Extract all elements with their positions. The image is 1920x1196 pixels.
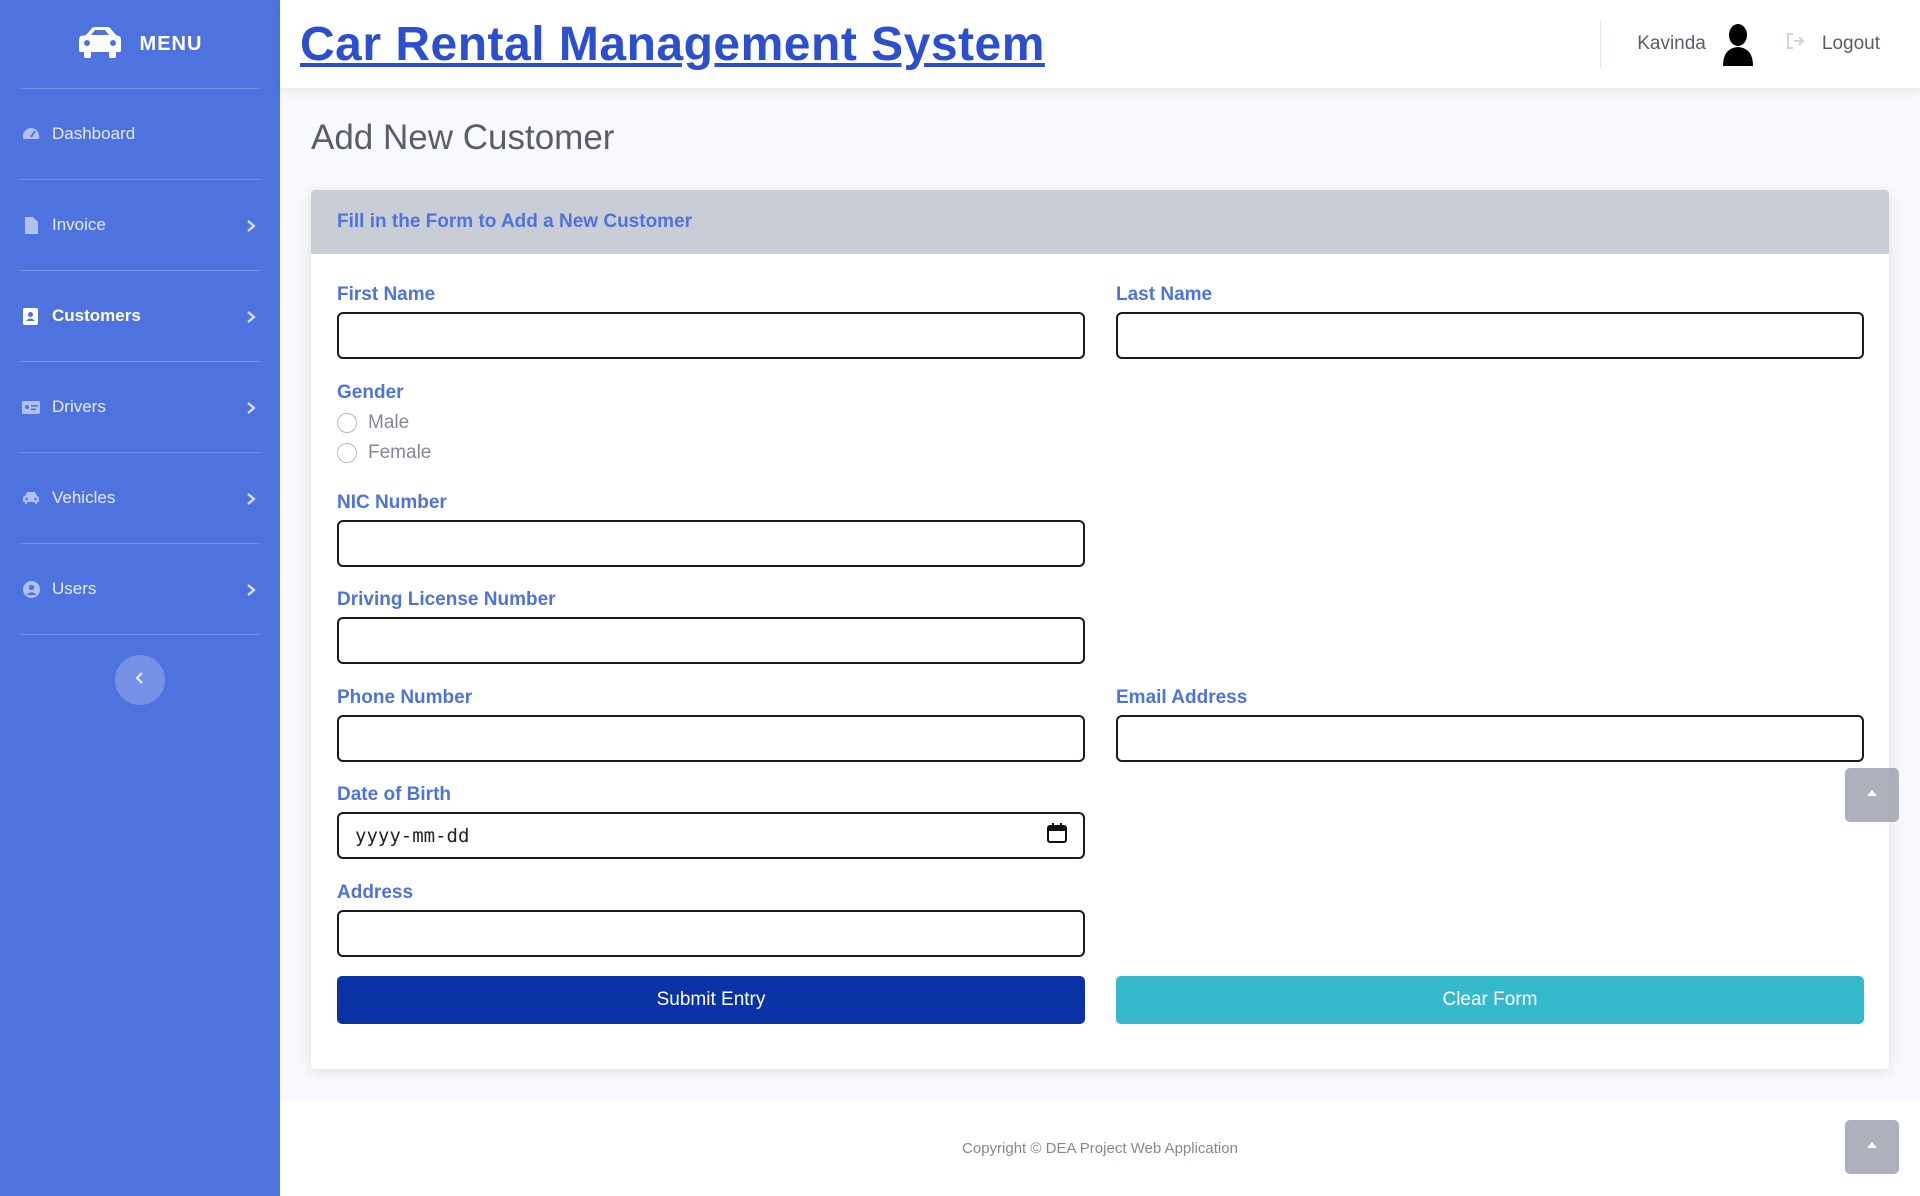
sidebar-item-label: Dashboard — [52, 124, 136, 143]
copyright-text: Copyright © DEA Project Web Application — [962, 1139, 1238, 1157]
topbar-user-area: Kavinda Logout — [1600, 0, 1880, 88]
address-label: Address — [337, 882, 414, 903]
gender-female-radio[interactable] — [337, 443, 357, 463]
scroll-to-top-button[interactable] — [1845, 1120, 1899, 1174]
avatar[interactable] — [1720, 22, 1756, 66]
tachometer-icon — [22, 125, 40, 143]
chevron-up-icon — [1865, 1138, 1879, 1157]
add-customer-card: Fill in the Form to Add a New Customer F… — [311, 190, 1889, 1069]
nic-label: NIC Number — [337, 492, 447, 513]
file-icon — [22, 216, 40, 234]
chevron-right-icon — [244, 400, 258, 414]
sign-out-icon — [1786, 33, 1806, 55]
clear-form-button[interactable]: Clear Form — [1116, 976, 1864, 1024]
chevron-up-icon — [1865, 786, 1879, 805]
gender-label: Gender — [337, 382, 404, 403]
logout-label: Logout — [1821, 33, 1880, 54]
sidebar-toggle-wrap — [0, 655, 280, 705]
chevron-right-icon — [244, 582, 258, 596]
gender-male-radio[interactable] — [337, 413, 357, 433]
license-input[interactable] — [337, 617, 1085, 664]
sidebar-item-invoice[interactable]: Invoice — [0, 180, 280, 270]
calendar-icon[interactable] — [1047, 823, 1067, 848]
last-name-label: Last Name — [1116, 284, 1213, 305]
sidebar-item-vehicles[interactable]: Vehicles — [0, 453, 280, 543]
car-icon — [78, 25, 122, 64]
sidebar-item-label: Customers — [52, 306, 141, 325]
sidebar-brand[interactable]: MENU — [0, 0, 280, 88]
gender-female-label: Female — [368, 442, 432, 463]
address-book-icon — [22, 307, 40, 325]
app-title[interactable]: Car Rental Management System — [300, 17, 1045, 72]
dob-label: Date of Birth — [337, 784, 451, 805]
sidebar-item-label: Drivers — [52, 397, 106, 416]
card-header: Fill in the Form to Add a New Customer — [311, 190, 1889, 254]
sidebar-item-customers[interactable]: Customers — [0, 271, 280, 361]
dob-placeholder: yyyy-mm-dd — [355, 824, 470, 847]
sidebar-item-drivers[interactable]: Drivers — [0, 362, 280, 452]
license-label: Driving License Number — [337, 589, 556, 610]
id-card-icon — [22, 398, 40, 416]
first-name-label: First Name — [337, 284, 436, 305]
sidebar-item-label: Vehicles — [52, 488, 116, 507]
email-label: Email Address — [1116, 687, 1248, 708]
first-name-input[interactable] — [337, 312, 1085, 359]
phone-label: Phone Number — [337, 687, 473, 708]
topbar-divider — [1600, 20, 1602, 68]
sidebar: MENU Dashboard Invoice Customers Drivers — [0, 0, 280, 1196]
submit-entry-button[interactable]: Submit Entry — [337, 976, 1085, 1024]
nic-input[interactable] — [337, 520, 1085, 567]
sidebar-item-label: Invoice — [52, 215, 106, 234]
chevron-right-icon — [244, 491, 258, 505]
chevron-right-icon — [244, 309, 258, 323]
user-name[interactable]: Kavinda — [1637, 33, 1706, 55]
gender-male-option[interactable]: Male — [337, 412, 409, 434]
user-circle-icon — [22, 580, 40, 598]
car-icon — [22, 489, 40, 507]
sidebar-item-label: Users — [52, 579, 97, 598]
sidebar-item-dashboard[interactable]: Dashboard — [0, 89, 280, 179]
address-input[interactable] — [337, 910, 1085, 957]
gender-male-label: Male — [368, 412, 410, 433]
topbar: Car Rental Management System Kavinda Log… — [280, 0, 1920, 88]
last-name-input[interactable] — [1116, 312, 1864, 359]
scroll-to-top-button[interactable] — [1845, 768, 1899, 822]
gender-female-option[interactable]: Female — [337, 442, 431, 464]
sidebar-toggle-button[interactable] — [115, 655, 165, 705]
phone-input[interactable] — [337, 715, 1085, 762]
sidebar-divider — [20, 634, 260, 635]
sidebar-brand-label: MENU — [139, 32, 203, 55]
sidebar-item-users[interactable]: Users — [0, 544, 280, 634]
chevron-left-icon — [133, 671, 147, 690]
dob-input[interactable]: yyyy-mm-dd — [337, 812, 1085, 859]
email-input[interactable] — [1116, 715, 1864, 762]
chevron-right-icon — [244, 218, 258, 232]
page-title: Add New Customer — [311, 118, 615, 157]
logout-link[interactable]: Logout — [1786, 33, 1880, 55]
footer: Copyright © DEA Project Web Application — [280, 1100, 1920, 1196]
